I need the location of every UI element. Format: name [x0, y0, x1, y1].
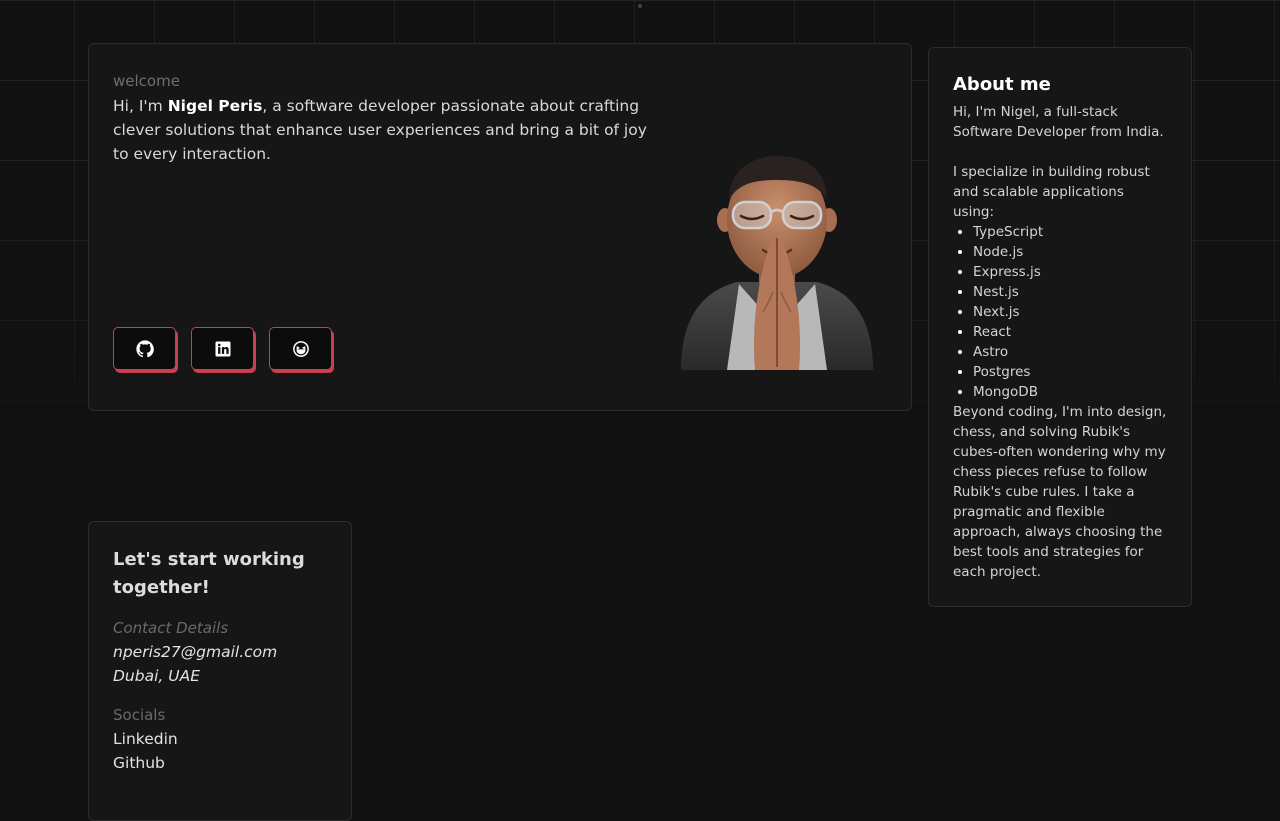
about-card: About me Hi, I'm Nigel, a full-stack Sof…: [928, 47, 1192, 607]
github-icon: [135, 339, 154, 357]
contact-title: Let's start working together!: [113, 549, 305, 598]
skills-list: TypeScript Node.js Express.js Nest.js Ne…: [953, 222, 1167, 402]
welcome-label: welcome: [113, 72, 180, 90]
intro-prefix: Hi, I'm: [113, 97, 168, 115]
intro-name: Nigel Peris: [167, 97, 263, 115]
socials-label: Socials: [113, 706, 166, 724]
list-item: Astro: [973, 342, 1167, 362]
fun-button[interactable]: [269, 327, 332, 370]
intro-text: Hi, I'm Nigel Peris, a software develope…: [113, 94, 653, 166]
about-outro: Beyond coding, I'm into design, chess, a…: [953, 404, 1167, 580]
github-button[interactable]: [113, 327, 176, 370]
list-item: Express.js: [973, 262, 1167, 282]
linkedin-button[interactable]: [191, 327, 254, 370]
list-item: Nest.js: [973, 282, 1167, 302]
list-item: Next.js: [973, 302, 1167, 322]
about-skills-intro: I specialize in building robust and scal…: [953, 164, 1150, 220]
social-link-github[interactable]: Github: [113, 751, 327, 775]
about-title: About me: [953, 74, 1051, 95]
list-item: MongoDB: [973, 382, 1167, 402]
memoji-avatar: [681, 156, 873, 370]
contact-details-label: Contact Details: [113, 619, 229, 637]
social-link-linkedin[interactable]: Linkedin: [113, 727, 327, 751]
contact-card: Let's start working together! Contact De…: [88, 521, 352, 821]
linkedin-icon: [215, 341, 230, 356]
list-item: Postgres: [973, 362, 1167, 382]
decorative-dot: [638, 4, 642, 8]
social-links: [113, 327, 332, 370]
contact-email[interactable]: nperis27@gmail.com: [113, 640, 327, 664]
laughing-emoji-icon: [292, 340, 309, 357]
hero-card: welcome Hi, I'm Nigel Peris, a software …: [88, 43, 912, 411]
list-item: React: [973, 322, 1167, 342]
list-item: Node.js: [973, 242, 1167, 262]
about-intro: Hi, I'm Nigel, a full-stack Software Dev…: [953, 104, 1164, 140]
list-item: TypeScript: [973, 222, 1167, 242]
contact-location: Dubai, UAE: [113, 667, 200, 685]
